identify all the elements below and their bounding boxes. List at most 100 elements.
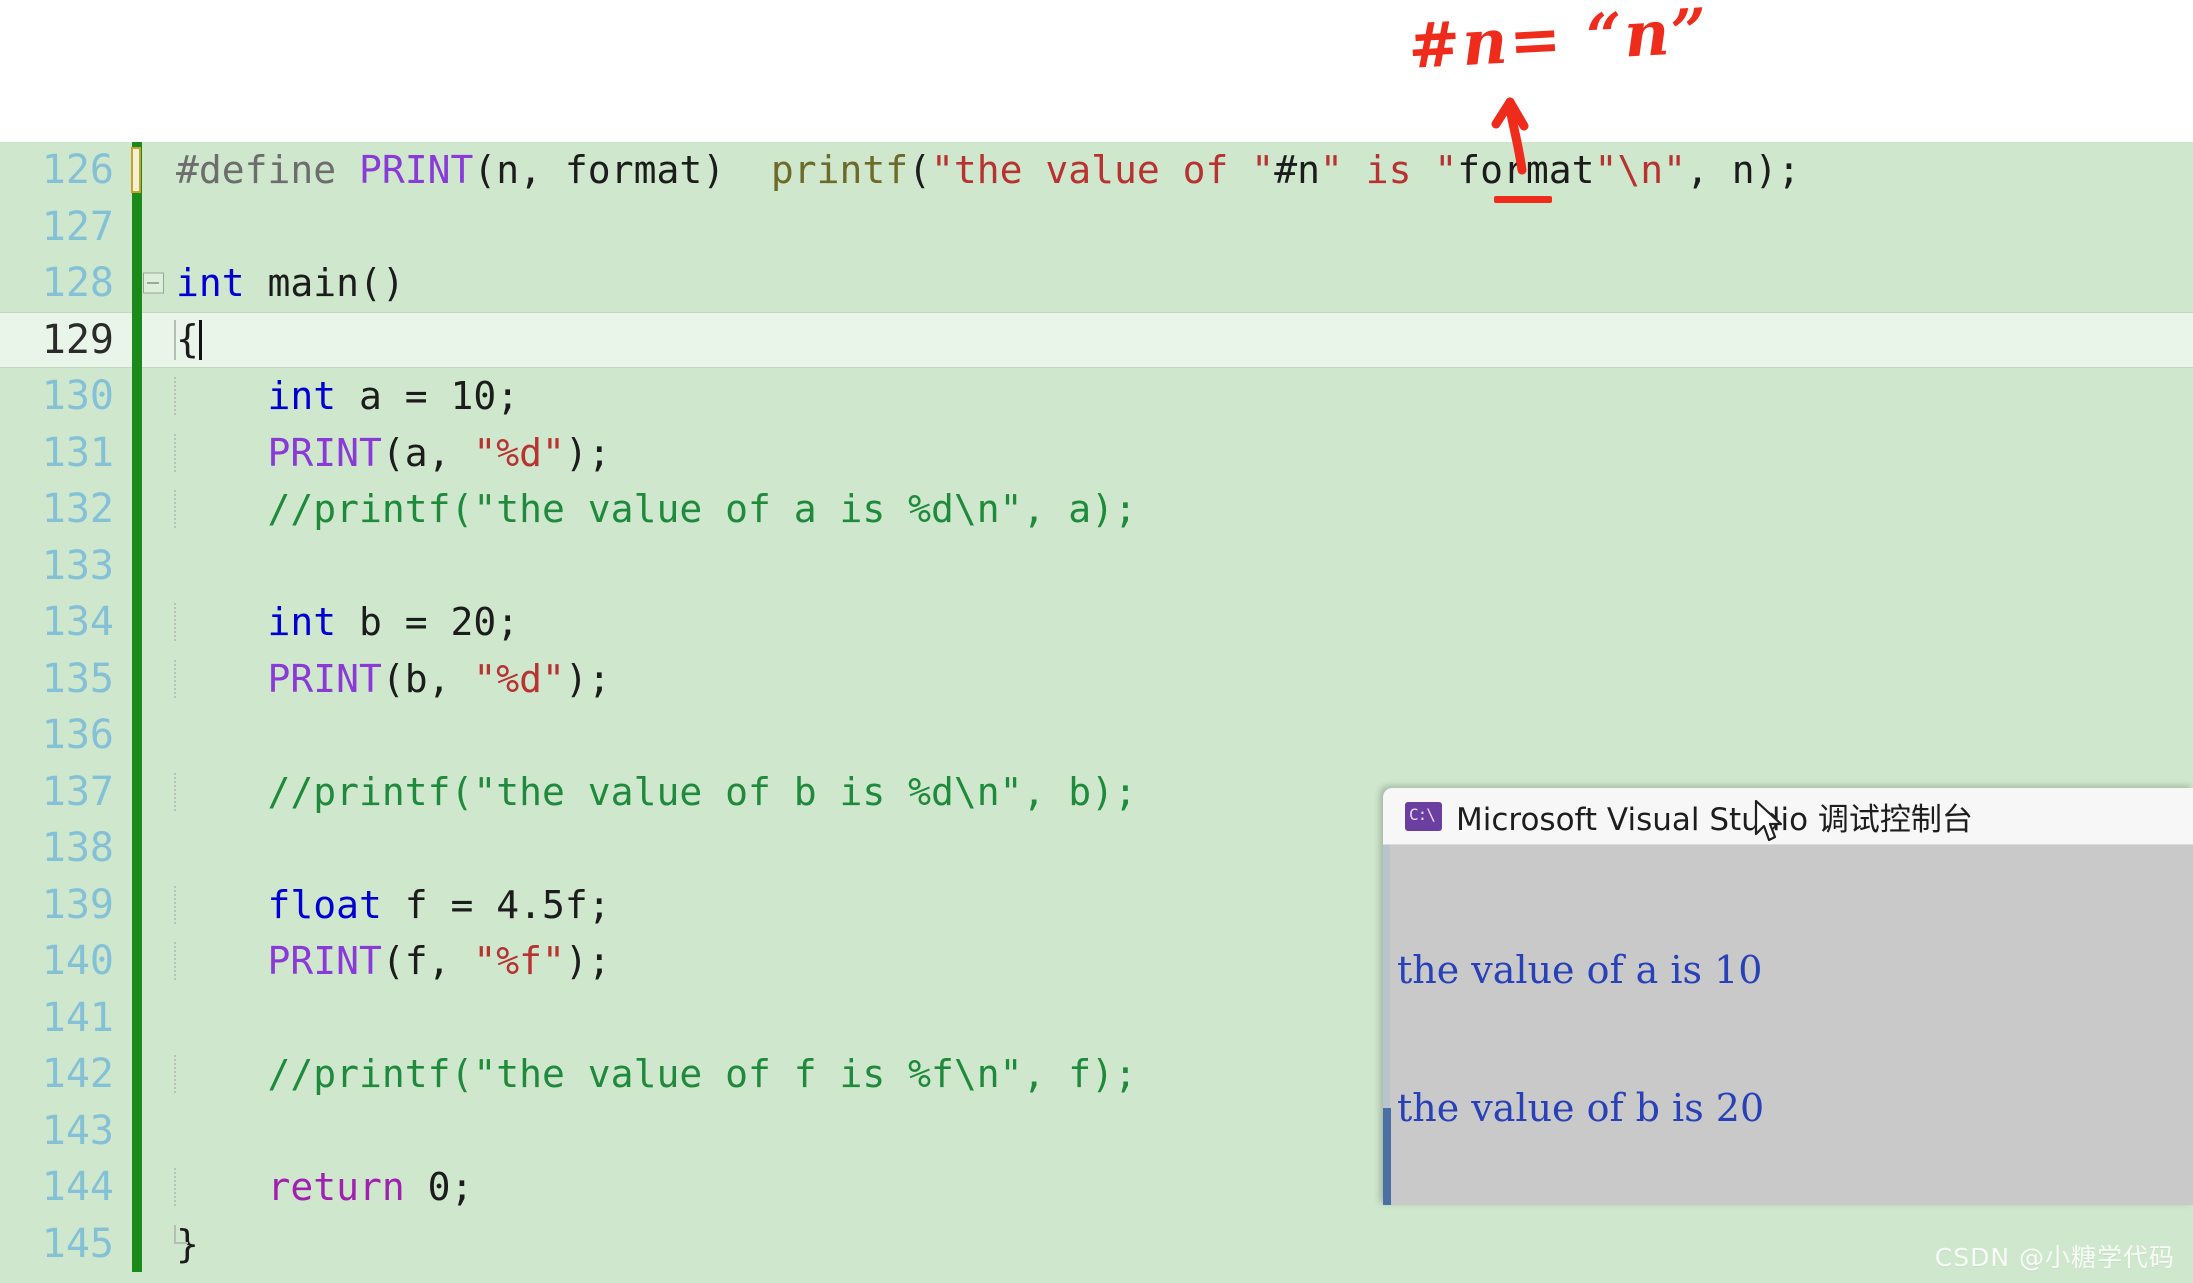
- code-token: int: [176, 261, 245, 306]
- saved-change-marker: [132, 537, 142, 594]
- fold-gutter[interactable]: [142, 651, 164, 708]
- fold-gutter[interactable]: [142, 990, 164, 1047]
- collapse-minus-icon[interactable]: [143, 272, 164, 294]
- code-token: printf: [770, 148, 909, 193]
- code-line-row[interactable]: 130 int a = 10;: [0, 368, 2193, 425]
- line-number: 145: [41, 1220, 114, 1267]
- code-line-text: int main(): [164, 264, 2193, 302]
- code-line-row[interactable]: 132 //printf("the value of a is %d\n", a…: [0, 481, 2193, 538]
- code-line-text: PRINT(a, "%d");: [164, 430, 2193, 475]
- console-output-line: the value of a is 10: [1397, 948, 1763, 992]
- line-number: 141: [41, 994, 114, 1041]
- fold-gutter[interactable]: [142, 312, 164, 369]
- code-token: (n, format): [473, 148, 771, 193]
- fold-gutter[interactable]: [142, 594, 164, 651]
- code-line-row[interactable]: 133: [0, 537, 2193, 595]
- code-line-row[interactable]: 128 int main(): [0, 255, 2193, 312]
- code-token: main(): [244, 261, 405, 306]
- fold-gutter[interactable]: [142, 368, 164, 425]
- console-selection-bar: [1383, 1108, 1391, 1205]
- code-token: 0;: [404, 1165, 474, 1210]
- fold-gutter[interactable]: [142, 1216, 164, 1273]
- code-line-row[interactable]: 126 #define PRINT(n, format) printf("the …: [0, 142, 2193, 199]
- code-token: f = 4.5f;: [381, 882, 611, 927]
- fold-gutter[interactable]: [142, 142, 164, 199]
- fold-gutter[interactable]: [142, 481, 164, 538]
- line-number: 140: [41, 938, 114, 985]
- saved-change-marker: [132, 481, 142, 538]
- code-token: PRINT: [359, 148, 474, 193]
- console-app-icon: [1405, 801, 1442, 831]
- fold-gutter[interactable]: [142, 199, 164, 256]
- code-line-row[interactable]: 135 PRINT(b, "%d");: [0, 650, 2193, 708]
- code-line-text: {: [164, 316, 2193, 361]
- fold-gutter[interactable]: [142, 1159, 164, 1216]
- code-line-row[interactable]: 145}: [0, 1215, 2193, 1273]
- fold-gutter[interactable]: [142, 764, 164, 821]
- code-line-row[interactable]: 129 {: [0, 311, 2193, 369]
- fold-gutter[interactable]: [142, 425, 164, 482]
- fold-gutter[interactable]: [142, 877, 164, 934]
- line-number: 132: [41, 486, 114, 533]
- code-token: {: [176, 316, 199, 361]
- fold-gutter[interactable]: [142, 255, 164, 312]
- fold-gutter[interactable]: [142, 1103, 164, 1160]
- indent-guide: [174, 885, 176, 924]
- fold-gutter[interactable]: [142, 1046, 164, 1103]
- fold-gutter[interactable]: [142, 820, 164, 877]
- line-number: 128: [41, 260, 114, 307]
- saved-change-marker: [132, 763, 142, 820]
- mouse-cursor-icon: [1754, 800, 1783, 842]
- code-line-row[interactable]: 127: [0, 198, 2193, 256]
- code-token: );: [564, 430, 611, 475]
- indent-guide: [174, 942, 176, 981]
- code-token: );: [564, 939, 611, 984]
- saved-change-marker: [132, 820, 142, 877]
- fold-gutter[interactable]: [142, 933, 164, 990]
- code-token: (: [908, 148, 932, 193]
- code-line-text: //printf("the value of a is %d\n", a);: [164, 487, 2193, 532]
- code-token: (f,: [381, 939, 474, 984]
- code-line-text: }: [164, 1224, 2193, 1263]
- code-token: PRINT: [267, 939, 382, 984]
- code-token: format: [1457, 148, 1595, 193]
- csdn-watermark: CSDN @小糖学代码: [1934, 1243, 2175, 1272]
- fold-gutter[interactable]: [142, 538, 164, 595]
- saved-change-marker: [132, 368, 142, 425]
- saved-change-marker: [132, 650, 142, 707]
- code-token: "\n": [1594, 148, 1687, 193]
- saved-change-marker: [132, 1102, 142, 1159]
- line-number: 138: [41, 825, 114, 872]
- console-output-line: the value of b is 20: [1397, 1086, 1765, 1130]
- indent-guide: [174, 433, 176, 472]
- console-titlebar[interactable]: Microsoft Visual Studio 调试控制台: [1383, 788, 2193, 845]
- code-token: //printf("the value of b is %d\n", b);: [267, 769, 1137, 814]
- code-token: (b,: [381, 656, 474, 701]
- indent-guide: [174, 319, 176, 360]
- code-token: );: [564, 656, 611, 701]
- code-line-row[interactable]: 131 PRINT(a, "%d");: [0, 424, 2193, 482]
- code-line-text: #define PRINT(n, format) printf("the val…: [164, 151, 2193, 189]
- code-token: "%d": [473, 656, 565, 701]
- line-number: 135: [41, 655, 114, 702]
- saved-change-marker: [132, 1046, 142, 1103]
- saved-change-marker: [132, 933, 142, 990]
- code-token: " is ": [1319, 148, 1458, 193]
- code-line-row[interactable]: 136: [0, 707, 2193, 764]
- console-title: Microsoft Visual Studio 调试控制台: [1456, 801, 1973, 838]
- line-number: 136: [41, 712, 114, 759]
- console-window[interactable]: Microsoft Visual Studio 调试控制台 the value …: [1383, 788, 2193, 1205]
- code-token: //printf("the value of a is %d\n", a);: [267, 487, 1137, 532]
- code-line-row[interactable]: 134 int b = 20;: [0, 594, 2193, 651]
- line-number: 137: [41, 768, 114, 815]
- line-number: 134: [41, 599, 114, 646]
- code-token: int: [267, 600, 337, 645]
- fold-gutter[interactable]: [142, 707, 164, 764]
- code-line-text: int b = 20;: [164, 600, 2193, 645]
- saved-change-marker: [132, 707, 142, 764]
